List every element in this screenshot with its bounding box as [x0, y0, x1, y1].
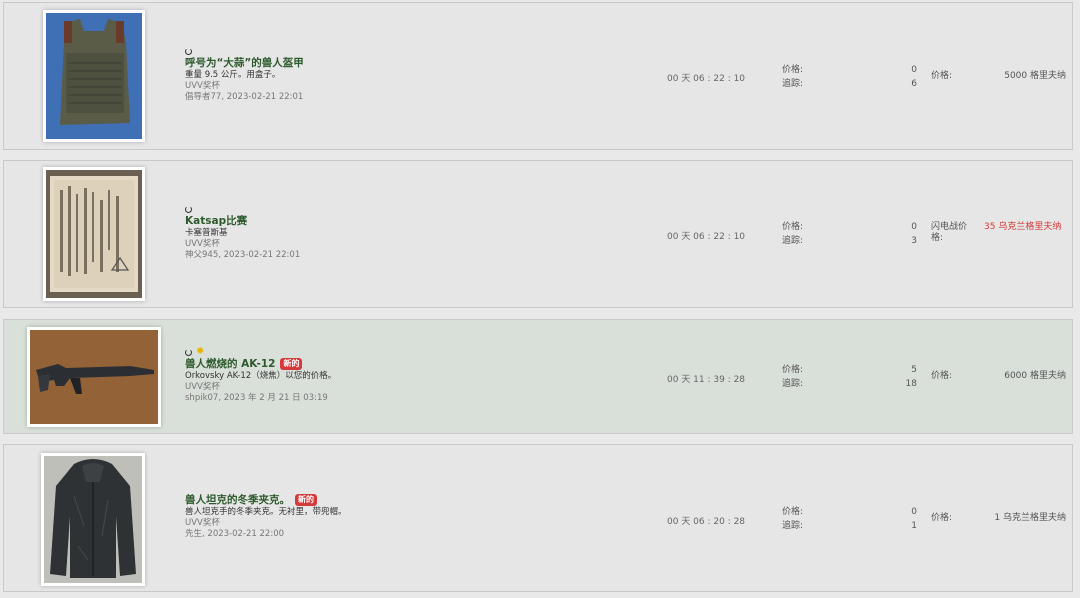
- listing-row[interactable]: ✹ 兽人燃烧的 AK-12 新的 Orkovsky AK-12（烧焦）以您的价格。…: [3, 319, 1073, 434]
- sun-icon: ✹: [196, 346, 205, 357]
- tracking-label: 追踪:: [782, 236, 804, 246]
- listing-description: Orkovsky AK-12（烧焦）以您的价格。: [185, 371, 337, 381]
- listing-photo-ration-pack[interactable]: [43, 167, 145, 301]
- price-label: 价格:: [931, 513, 953, 523]
- time-left: 00 天 11 : 39 : 28: [667, 375, 746, 385]
- refresh-icon: [185, 205, 192, 213]
- author-link[interactable]: 神父945: [185, 250, 218, 260]
- listing-category[interactable]: UVV奖杯: [185, 518, 347, 529]
- listing-title[interactable]: 兽人燃烧的 AK-12: [185, 358, 275, 370]
- time-left: 00 天 06 : 22 : 10: [667, 74, 746, 84]
- author-link[interactable]: 倡导者77: [185, 92, 221, 102]
- listing-photo-armor-vest[interactable]: [43, 10, 145, 142]
- tracking-count: 1: [911, 521, 917, 531]
- bids-label: 价格:: [782, 65, 804, 75]
- listing-date: , 2023-02-21 22:01: [218, 250, 301, 260]
- listing-title[interactable]: 呼号为“大蒜”的兽人盔甲: [185, 57, 304, 69]
- price-value: 6000 格里夫纳: [1004, 371, 1066, 381]
- author-link[interactable]: shpik07: [185, 393, 218, 403]
- tracking-count: 6: [911, 79, 917, 89]
- listing-photo-winter-jacket[interactable]: [41, 453, 145, 586]
- listing-description: 重量 9.5 公斤。用盒子。: [185, 70, 281, 80]
- bids-count: 0: [911, 65, 917, 75]
- tracking-label: 追踪:: [782, 79, 804, 89]
- refresh-icon: [185, 348, 192, 356]
- listing-category[interactable]: UVV奖杯: [185, 382, 336, 393]
- tracking-label: 追踪:: [782, 379, 804, 389]
- listing-author-date: 神父945, 2023-02-21 22:01: [185, 250, 300, 261]
- bids-label: 价格:: [782, 507, 804, 517]
- tracking-count: 3: [911, 236, 917, 246]
- bids-label: 价格:: [782, 222, 804, 232]
- price-label: 价格:: [931, 71, 953, 81]
- listing-description: 卡塞普斯基: [185, 228, 228, 238]
- time-left: 00 天 06 : 22 : 10: [667, 232, 746, 242]
- price-value: 35 乌克兰格里夫纳: [984, 222, 1062, 232]
- listing-row[interactable]: 呼号为“大蒜”的兽人盔甲 重量 9.5 公斤。用盒子。 UVV奖杯 倡导者77,…: [3, 2, 1073, 150]
- listing-author-date: 先生, 2023-02-21 22:00: [185, 529, 347, 540]
- tracking-label: 追踪:: [782, 521, 804, 531]
- price-value: 1 乌克兰格里夫纳: [994, 513, 1066, 523]
- time-left: 00 天 06 : 20 : 28: [667, 517, 746, 527]
- listing-photo-burnt-rifle[interactable]: [27, 327, 161, 427]
- price-label: 价格:: [931, 371, 953, 381]
- tracking-count: 18: [905, 379, 917, 389]
- new-badge: 新的: [295, 494, 317, 506]
- new-badge: 新的: [280, 358, 303, 370]
- refresh-icon: [185, 47, 192, 55]
- bids-label: 价格:: [782, 365, 804, 375]
- listing-row[interactable]: Katsap比赛 卡塞普斯基 UVV奖杯 神父945, 2023-02-21 2…: [3, 160, 1073, 308]
- author-link[interactable]: 先生: [185, 529, 202, 539]
- listing-date: , 2023 年 2 月 21 日 03:19: [218, 393, 328, 403]
- bids-count: 5: [911, 365, 917, 375]
- listing-author-date: 倡导者77, 2023-02-21 22:01: [185, 92, 304, 103]
- listing-author-date: shpik07, 2023 年 2 月 21 日 03:19: [185, 393, 336, 404]
- bids-count: 0: [911, 507, 917, 517]
- listing-row[interactable]: 兽人坦克的冬季夹克。 新的 兽人坦克手的冬季夹克。无衬里，带兜帽。 UVV奖杯 先…: [3, 444, 1073, 592]
- listing-title[interactable]: Katsap比赛: [185, 215, 247, 227]
- listing-category[interactable]: UVV奖杯: [185, 81, 304, 92]
- listing-category[interactable]: UVV奖杯: [185, 239, 300, 250]
- listing-description: 兽人坦克手的冬季夹克。无衬里，带兜帽。: [185, 507, 347, 517]
- listing-title[interactable]: 兽人坦克的冬季夹克。: [185, 494, 290, 506]
- price-value: 5000 格里夫纳: [1004, 71, 1066, 81]
- price-label: 闪电战价格:: [931, 222, 968, 243]
- listing-date: , 2023-02-21 22:00: [202, 529, 285, 539]
- listing-date: , 2023-02-21 22:01: [221, 92, 304, 102]
- bids-count: 0: [911, 222, 917, 232]
